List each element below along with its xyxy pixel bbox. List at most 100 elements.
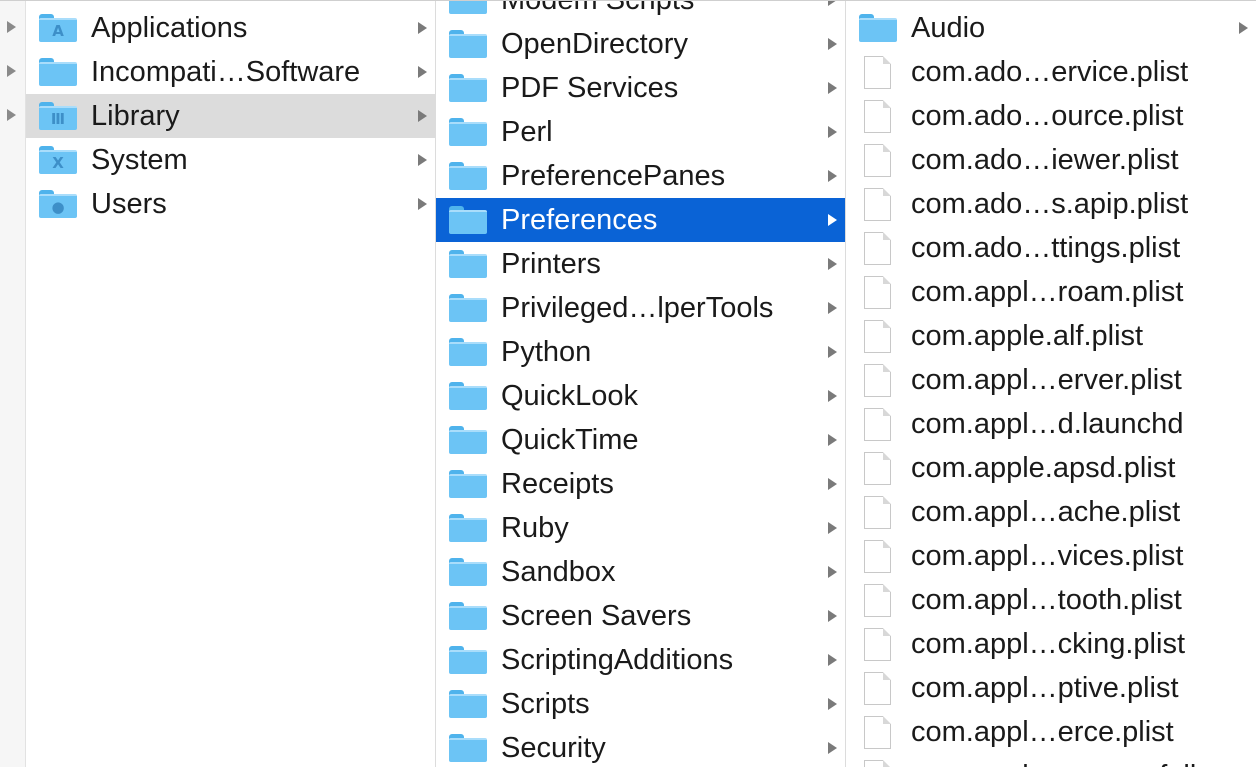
list-item-preferences[interactable]: Preferences <box>436 198 845 242</box>
list-item-library[interactable]: Ⅲ Library <box>26 94 435 138</box>
document-icon <box>858 320 898 352</box>
document-icon <box>858 100 898 132</box>
column-library[interactable]: Modem ScriptsOpenDirectoryPDF Services Pe… <box>436 1 846 767</box>
list-item-screen-savers[interactable]: Screen Savers <box>436 594 845 638</box>
list-item-com-appl-d-launchd[interactable]: com.appl…d.launchd <box>846 402 1256 446</box>
folder-icon <box>448 160 488 192</box>
item-label: QuickLook <box>501 380 828 413</box>
list-item-audio[interactable]: Audio <box>846 6 1256 50</box>
list-item-pdf-services[interactable]: PDF Services <box>436 66 845 110</box>
item-label: QuickTime <box>501 424 828 457</box>
list-item-preferencepanes[interactable]: PreferencePanes <box>436 154 845 198</box>
list-item-users[interactable]: ●Users <box>26 182 435 226</box>
disclosure-gutter <box>0 1 26 767</box>
list-item-modem-scripts[interactable]: Modem Scripts <box>436 1 845 22</box>
folder-icon <box>448 204 488 236</box>
item-label: com.appl…erver.plist <box>911 364 1256 397</box>
list-item-com-appl-erce-plist[interactable]: com.appl…erce.plist <box>846 710 1256 754</box>
folder-icon <box>448 28 488 60</box>
disclosure-triangle-icon[interactable] <box>7 65 16 77</box>
item-label: Screen Savers <box>501 600 828 633</box>
list-item-ruby[interactable]: Ruby <box>436 506 845 550</box>
disclosure-triangle-icon[interactable] <box>7 109 16 121</box>
list-item-com-ado-ttings-plist[interactable]: com.ado…ttings.plist <box>846 226 1256 270</box>
chevron-right-icon <box>418 66 427 78</box>
list-item-com-appl-ptive-plist[interactable]: com.appl…ptive.plist <box>846 666 1256 710</box>
chevron-right-icon <box>418 154 427 166</box>
item-label: ScriptingAdditions <box>501 644 828 677</box>
list-item-printers[interactable]: Printers <box>436 242 845 286</box>
library-folder-icon: Ⅲ <box>38 100 78 132</box>
list-item-opendirectory[interactable]: OpenDirectory <box>436 22 845 66</box>
folder-icon <box>448 512 488 544</box>
item-label: Receipts <box>501 468 828 501</box>
list-item-com-apple-alf-plist[interactable]: com.apple.alf.plist <box>846 314 1256 358</box>
chevron-right-icon <box>828 742 837 754</box>
list-item-com-appl-roam-plist[interactable]: com.appl…roam.plist <box>846 270 1256 314</box>
document-icon <box>858 540 898 572</box>
list-item-com-ado-ource-plist[interactable]: com.ado…ource.plist <box>846 94 1256 138</box>
column-preferences[interactable]: Audiocom.ado…ervice.plistcom.ado…ource.p… <box>846 1 1256 767</box>
column-root[interactable]: AApplicationsIncompati…Software Ⅲ Library X… <box>26 1 436 767</box>
folder-icon <box>448 732 488 764</box>
chevron-right-icon <box>828 654 837 666</box>
list-item-com-apple-apsd-plist[interactable]: com.apple.apsd.plist <box>846 446 1256 490</box>
list-item-privileged-lpertools[interactable]: Privileged…lperTools <box>436 286 845 330</box>
list-item-python[interactable]: Python <box>436 330 845 374</box>
list-item-com-appl-oreco-full[interactable]: com.appl…oreco…full <box>846 754 1256 767</box>
list-item-com-ado-ervice-plist[interactable]: com.ado…ervice.plist <box>846 50 1256 94</box>
finder-column-browser: AApplicationsIncompati…Software Ⅲ Library X… <box>0 0 1256 766</box>
list-item-com-appl-tooth-plist[interactable]: com.appl…tooth.plist <box>846 578 1256 622</box>
document-icon <box>858 628 898 660</box>
list-item-com-ado-iewer-plist[interactable]: com.ado…iewer.plist <box>846 138 1256 182</box>
list-item-security[interactable]: Security <box>436 726 845 767</box>
list-item-receipts[interactable]: Receipts <box>436 462 845 506</box>
list-item-scriptingadditions[interactable]: ScriptingAdditions <box>436 638 845 682</box>
chevron-right-icon <box>828 434 837 446</box>
list-item-com-appl-erver-plist[interactable]: com.appl…erver.plist <box>846 358 1256 402</box>
list-item-com-appl-cking-plist[interactable]: com.appl…cking.plist <box>846 622 1256 666</box>
list-item-quicktime[interactable]: QuickTime <box>436 418 845 462</box>
folder-icon <box>448 468 488 500</box>
item-label: Perl <box>501 116 828 149</box>
list-item-system[interactable]: XSystem <box>26 138 435 182</box>
document-icon <box>858 232 898 264</box>
list-item-quicklook[interactable]: QuickLook <box>436 374 845 418</box>
document-icon <box>858 144 898 176</box>
folder-icon <box>448 556 488 588</box>
chevron-right-icon <box>828 258 837 270</box>
item-label: Library <box>91 100 418 133</box>
list-item-perl[interactable]: Perl <box>436 110 845 154</box>
chevron-right-icon <box>828 38 837 50</box>
item-label: Sandbox <box>501 556 828 589</box>
item-label: com.appl…vices.plist <box>911 540 1256 573</box>
item-label: com.appl…d.launchd <box>911 408 1256 441</box>
list-item-com-ado-s-apip-plist[interactable]: com.ado…s.apip.plist <box>846 182 1256 226</box>
chevron-right-icon <box>828 478 837 490</box>
users-folder-icon: ● <box>38 188 78 220</box>
item-label: com.ado…iewer.plist <box>911 144 1256 177</box>
list-item-applications[interactable]: AApplications <box>26 6 435 50</box>
list-item-com-appl-vices-plist[interactable]: com.appl…vices.plist <box>846 534 1256 578</box>
list-item-incompati-software[interactable]: Incompati…Software <box>26 50 435 94</box>
document-icon <box>858 364 898 396</box>
document-icon <box>858 672 898 704</box>
folder-icon <box>448 116 488 148</box>
folder-icon <box>448 336 488 368</box>
document-icon <box>858 496 898 528</box>
disclosure-triangle-icon[interactable] <box>7 21 16 33</box>
item-label: com.apple.apsd.plist <box>911 452 1256 485</box>
chevron-right-icon <box>828 390 837 402</box>
folder-icon <box>448 72 488 104</box>
chevron-right-icon <box>828 522 837 534</box>
list-item-sandbox[interactable]: Sandbox <box>436 550 845 594</box>
chevron-right-icon <box>1239 22 1248 34</box>
document-icon <box>858 452 898 484</box>
document-icon <box>858 408 898 440</box>
document-icon <box>858 716 898 748</box>
list-item-scripts[interactable]: Scripts <box>436 682 845 726</box>
item-label: com.appl…ache.plist <box>911 496 1256 529</box>
item-label: Applications <box>91 12 418 45</box>
list-item-com-appl-ache-plist[interactable]: com.appl…ache.plist <box>846 490 1256 534</box>
chevron-right-icon <box>828 302 837 314</box>
